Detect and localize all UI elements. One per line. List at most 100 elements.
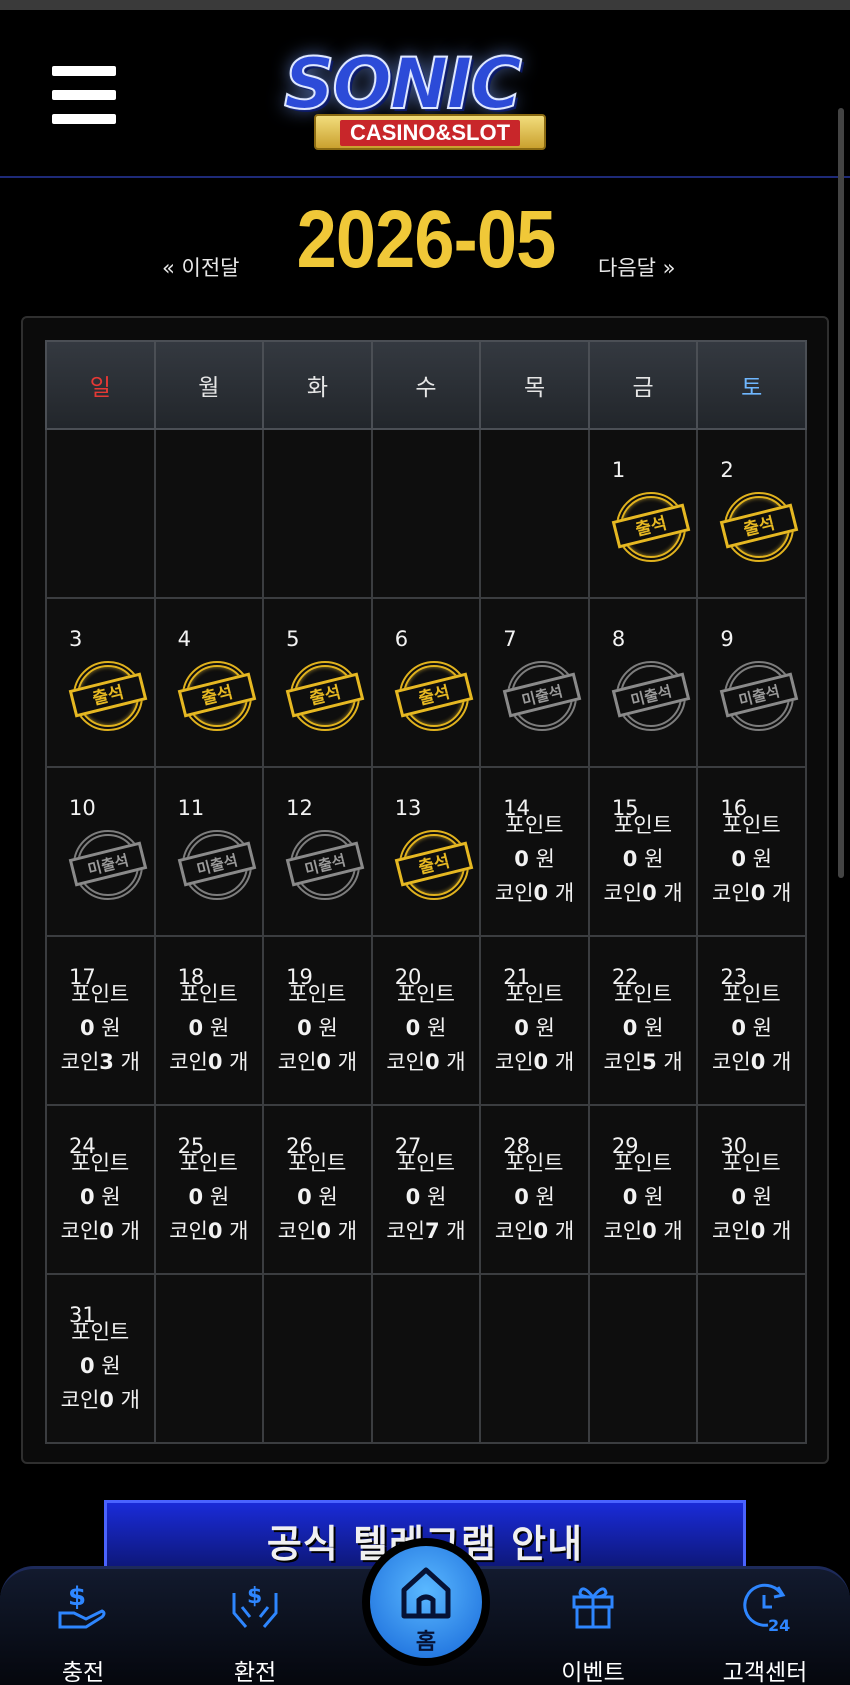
nav-support[interactable]: 24 고객센터 <box>700 1569 830 1685</box>
absent-stamp-icon: 미출석 <box>68 830 148 900</box>
coin-label: 코인 <box>277 1050 317 1074</box>
coin-value-line: 코인0 개 <box>698 1045 805 1079</box>
day-number: 1 <box>611 458 626 482</box>
day-reward-info: 포인트 0 원 코인0 개 <box>373 977 480 1079</box>
coin-unit: 개 <box>337 1050 358 1074</box>
gift-icon <box>572 1587 614 1629</box>
nav-withdraw[interactable]: $ 환전 <box>190 1569 320 1685</box>
calendar-day-cell: 16 포인트 0 원 코인0 개 <box>696 766 807 937</box>
calendar-empty-cell <box>370 428 482 599</box>
day-number: 12 <box>286 796 313 820</box>
coin-value: 0 <box>642 1219 657 1243</box>
absent-stamp-icon: 미출석 <box>720 661 799 731</box>
attended-stamp-icon: 출석 <box>394 830 473 900</box>
point-value-line: 0 원 <box>373 1011 480 1045</box>
coin-label: 코인 <box>603 881 643 905</box>
point-value-line: 0 원 <box>156 1011 263 1045</box>
calendar-day-cell: 8 미출석 <box>587 597 699 768</box>
calendar-week-row: 3 출석 4 출석 5 출석 6 출석 7 미출석 8 미출석 9 미출석 <box>45 597 807 768</box>
coin-unit: 개 <box>772 1050 792 1074</box>
coin-unit: 개 <box>663 1219 683 1243</box>
coin-value-line: 코인0 개 <box>264 1045 371 1079</box>
coin-value: 0 <box>424 1050 440 1074</box>
deposit-icon: $ <box>58 1582 106 1629</box>
point-value: 0 <box>188 1185 204 1209</box>
menu-icon[interactable] <box>52 66 118 128</box>
point-value-line: 0 원 <box>590 1011 697 1045</box>
weekday-thu: 목 <box>479 340 590 430</box>
calendar-day-cell: 10 미출석 <box>45 766 156 937</box>
calendar-day-cell: 14 포인트 0 원 코인0 개 <box>479 766 590 937</box>
nav-home-button[interactable]: 홈 <box>362 1538 490 1666</box>
calendar-day-cell: 20 포인트 0 원 코인0 개 <box>370 935 482 1106</box>
coin-label: 코인 <box>60 1388 100 1412</box>
coin-value-line: 코인0 개 <box>47 1383 154 1417</box>
calendar-day-cell: 23 포인트 0 원 코인0 개 <box>696 935 807 1106</box>
point-label: 포인트 <box>722 982 781 1006</box>
weekday-sat: 토 <box>696 340 807 430</box>
calendar-empty-cell <box>479 428 590 599</box>
coin-unit: 개 <box>337 1219 358 1243</box>
point-label: 포인트 <box>614 1151 673 1175</box>
point-value: 0 <box>622 847 638 871</box>
attended-stamp-icon: 출석 <box>177 661 256 731</box>
coin-unit: 개 <box>120 1050 140 1074</box>
next-month-link[interactable]: 다음달 » <box>598 252 675 282</box>
point-value: 0 <box>731 1185 746 1209</box>
coin-label: 코인 <box>169 1050 208 1074</box>
prev-month-link[interactable]: « 이전달 <box>162 252 239 282</box>
calendar-empty-cell <box>696 1273 807 1444</box>
calendar-day-cell: 19 포인트 0 원 코인0 개 <box>262 935 373 1106</box>
calendar-empty-cell <box>153 1273 265 1444</box>
calendar-day-cell: 2 출석 <box>696 428 807 599</box>
point-label: 포인트 <box>722 1151 781 1175</box>
calendar-day-cell: 7 미출석 <box>479 597 590 768</box>
won-unit: 원 <box>752 1185 772 1209</box>
day-number: 6 <box>394 627 409 651</box>
point-value: 0 <box>622 1016 638 1040</box>
coin-value: 0 <box>750 1050 766 1074</box>
coin-value-line: 코인0 개 <box>698 1214 805 1248</box>
site-header: SONIC CASINO&SLOT <box>0 10 850 178</box>
calendar-day-cell: 24 포인트 0 원 코인0 개 <box>45 1104 156 1275</box>
coin-label: 코인 <box>277 1219 317 1243</box>
calendar-day-cell: 6 출석 <box>370 597 482 768</box>
point-value: 0 <box>514 847 529 871</box>
won-unit: 원 <box>209 1185 230 1209</box>
day-reward-info: 포인트 0 원 코인0 개 <box>156 1146 263 1248</box>
day-number: 8 <box>611 627 626 651</box>
calendar-day-cell: 29 포인트 0 원 코인0 개 <box>587 1104 699 1275</box>
calendar-day-cell: 12 미출석 <box>262 766 373 937</box>
coin-value-line: 코인0 개 <box>156 1045 263 1079</box>
calendar-week-row: 10 미출석 11 미출석 12 미출석 13 출석 14 포인트 0 원 코인0 개 15 포인트 0 원… <box>45 766 807 937</box>
point-value-line: 0 원 <box>156 1180 263 1214</box>
day-reward-info: 포인트 0 원 코인0 개 <box>481 808 588 910</box>
coin-value-line: 코인0 개 <box>373 1045 480 1079</box>
weekday-header-row: 일 월 화 수 목 금 토 <box>45 340 807 430</box>
menu-line <box>52 90 116 100</box>
coin-unit: 개 <box>229 1050 249 1074</box>
point-label: 포인트 <box>505 1151 564 1175</box>
point-value: 0 <box>297 1185 312 1209</box>
coin-value-line: 코인0 개 <box>481 1045 588 1079</box>
weekday-sun: 일 <box>45 340 156 430</box>
point-label: 포인트 <box>288 982 347 1006</box>
nav-withdraw-label: 환전 <box>233 1660 277 1685</box>
won-unit: 원 <box>101 1016 121 1040</box>
coin-unit: 개 <box>663 1050 683 1074</box>
coin-value-line: 코인7 개 <box>373 1214 480 1248</box>
coin-label: 코인 <box>386 1219 425 1243</box>
nav-event[interactable]: 이벤트 <box>528 1569 658 1685</box>
coin-value: 0 <box>533 1050 549 1074</box>
coin-value: 0 <box>99 1388 114 1412</box>
month-title: 2026-05 <box>296 194 557 285</box>
point-value: 0 <box>297 1016 312 1040</box>
nav-deposit[interactable]: $ 충전 <box>18 1569 148 1685</box>
point-value-line: 0 원 <box>698 1011 805 1045</box>
calendar-week-row: 17 포인트 0 원 코인3 개 18 포인트 0 원 코인0 개 19 포인트 0 원 코인0 개2… <box>45 935 807 1106</box>
coin-unit: 개 <box>772 1219 792 1243</box>
point-label: 포인트 <box>614 982 673 1006</box>
site-logo[interactable]: SONIC CASINO&SLOT <box>270 40 590 160</box>
point-value-line: 0 원 <box>698 842 805 876</box>
coin-value-line: 코인0 개 <box>698 876 805 910</box>
